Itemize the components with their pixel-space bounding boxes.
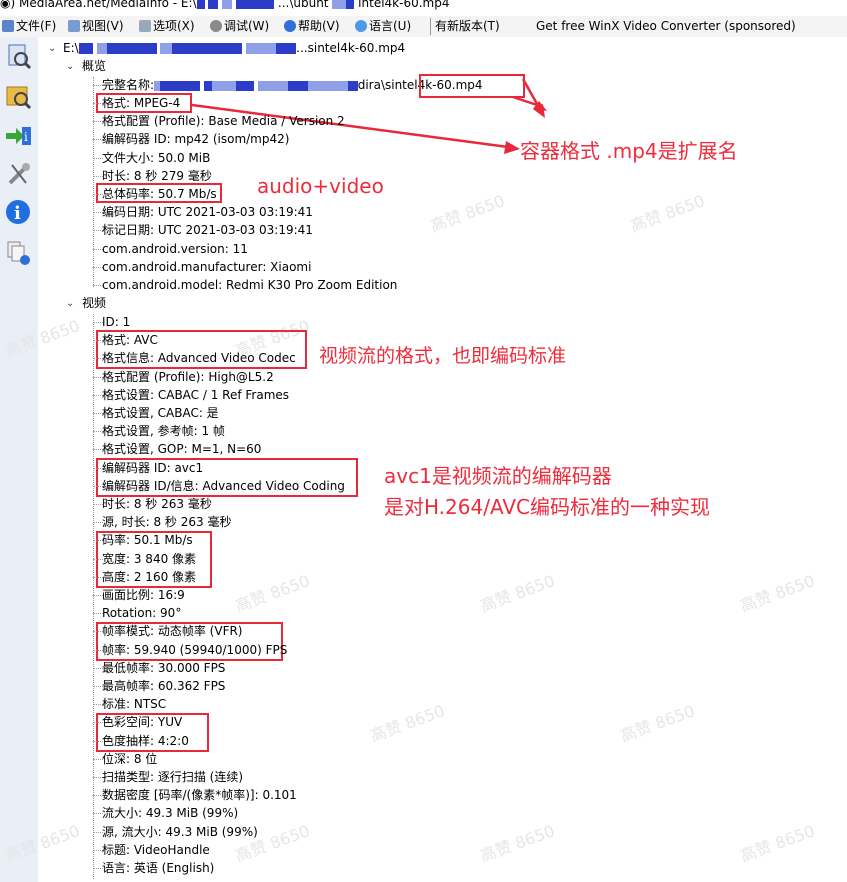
annotation-avc1-line1: avc1是视频流的编解码器 <box>384 464 612 488</box>
video-field-row: 流大小: 49.3 MiB (99%) <box>102 806 239 821</box>
tools-icon <box>8 163 30 185</box>
menu-options[interactable]: 选项(X) <box>139 18 195 35</box>
video-field-row: 扫描类型: 逐行扫描 (连续) <box>102 770 244 784</box>
video-field-row: 码率: 50.1 Mb/s <box>102 533 193 548</box>
general-field-row: com.android.model: Redmi K30 Pro Zoom Ed… <box>102 278 398 292</box>
open-folder-icon <box>6 86 32 110</box>
video-field-row: 标题: VideoHandle <box>102 842 210 857</box>
video-field-row: 编解码器 ID: avc1 <box>102 460 204 475</box>
title-text-start: MediaArea.net/MediaInfo - E:\ <box>18 0 197 10</box>
sidebar-toolbar: i i <box>0 37 39 882</box>
menu-debug[interactable]: 调试(W) <box>210 18 269 35</box>
video-field-row: 源, 时长: 8 秒 263 毫秒 <box>102 515 232 530</box>
file-list-icon <box>7 241 30 265</box>
preferences-button[interactable] <box>4 159 32 189</box>
video-field-row: ID: 1 <box>102 315 131 329</box>
video-field-row: 帧率模式: 动态帧率 (VFR) <box>102 624 243 639</box>
annotation-avc1-line2: 是对H.264/AVC编码标准的一种实现 <box>384 495 711 519</box>
svg-text:i: i <box>24 130 28 144</box>
options-icon <box>139 20 151 32</box>
general-field-row: 文件大小: 50.0 MiB <box>102 150 211 165</box>
title-text-mid: ...\ubunt <box>277 0 329 10</box>
video-field-row: 格式设置: CABAC / 1 Ref Frames <box>102 387 290 402</box>
menu-view[interactable]: 视图(V) <box>68 18 124 35</box>
open-file-button[interactable] <box>4 41 32 71</box>
video-field-row: 编解码器 ID/信息: Advanced Video Coding <box>102 478 345 493</box>
export-button[interactable]: i <box>4 121 32 151</box>
open-file-icon <box>8 44 32 70</box>
file-icon <box>2 20 14 32</box>
general-field-row: 时长: 8 秒 279 毫秒 <box>102 168 212 183</box>
general-field-row: 总体码率: 50.7 Mb/s <box>102 187 217 201</box>
debug-gear-icon <box>210 20 222 32</box>
video-field-row: 宽度: 3 840 像素 <box>102 551 197 566</box>
title-text-end: intel4k-60.mp4 <box>358 0 450 10</box>
info-icon: i <box>6 200 30 224</box>
video-field-row: 源, 流大小: 49.3 MiB (99%) <box>102 824 258 839</box>
menu-new-version[interactable]: 有新版本(T) <box>430 18 500 35</box>
svg-text:i: i <box>14 203 21 224</box>
video-field-row: 位深: 8 位 <box>102 751 158 766</box>
general-field-row: 格式配置 (Profile): Base Media / Version 2 <box>102 114 345 129</box>
video-field-row: 格式信息: Advanced Video Codec <box>102 351 296 366</box>
file-list-button[interactable] <box>4 237 32 267</box>
about-button[interactable]: i <box>4 197 32 227</box>
video-field-row: 画面比例: 16:9 <box>102 588 185 602</box>
title-bar: ◉) MediaArea.net/MediaInfo - E:\ ...\ubu… <box>0 0 847 16</box>
video-field-row: 格式设置, 参考帧: 1 帧 <box>102 424 225 439</box>
general-field-row: com.android.manufacturer: Xiaomi <box>102 259 312 274</box>
video-field-row: 时长: 8 秒 263 毫秒 <box>102 497 212 511</box>
video-field-row: 标准: NTSC <box>102 697 167 712</box>
export-info-icon: i <box>6 127 31 145</box>
menu-bar: 文件(F) 视图(V) 选项(X) 调试(W) 帮助(V) 语言(U) 有新版本… <box>0 16 847 38</box>
general-field-row: 格式: MPEG-4 <box>102 96 181 110</box>
video-field-row: 色度抽样: 4:2:0 <box>102 733 189 748</box>
general-field-row: com.android.version: 11 <box>102 241 248 256</box>
video-field-row: 色彩空间: YUV <box>102 715 183 730</box>
globe-icon <box>355 20 367 32</box>
video-field-row: 最低帧率: 30.000 FPS <box>102 660 226 675</box>
general-field-row: 编码日期: UTC 2021-03-03 03:19:41 <box>102 205 313 220</box>
video-field-row: 格式配置 (Profile): High@L5.2 <box>102 369 274 384</box>
menu-file[interactable]: 文件(F) <box>2 18 56 35</box>
video-field-row: 最高帧率: 60.362 FPS <box>102 679 226 693</box>
video-field-row: 帧率: 59.940 (59940/1000) FPS <box>102 642 288 657</box>
general-field-row: 编解码器 ID: mp42 (isom/mp42) <box>102 132 290 147</box>
window-title: ◉) MediaArea.net/MediaInfo - E:\ ...\ubu… <box>0 0 449 10</box>
annotation-audio-video: audio+video <box>257 174 384 198</box>
annotation-container: 容器格式 .mp4是扩展名 <box>520 139 738 163</box>
menu-help[interactable]: 帮助(V) <box>284 18 340 35</box>
info-tree: ⌄ E:\ ...sintel4k-60.mp4 ⌄ 概览 完整名称: dira… <box>3 37 847 882</box>
video-field-row: 高度: 2 160 像素 <box>102 569 197 584</box>
video-field-row: 语言: 英语 (English) <box>102 861 215 875</box>
menu-language[interactable]: 语言(U) <box>355 18 411 35</box>
annotation-stream-format: 视频流的格式，也即编码标准 <box>319 345 567 367</box>
video-field-row: 数据密度 [码率/(像素*帧率)]: 0.101 <box>102 788 297 803</box>
video-field-row: Rotation: 90° <box>102 606 182 621</box>
menu-sponsored-link[interactable]: Get free WinX Video Converter (sponsored… <box>536 18 796 35</box>
video-field-row: 格式设置, CABAC: 是 <box>102 406 219 420</box>
app-icon: ◉) <box>0 0 16 10</box>
video-field-row: 格式设置, GOP: M=1, N=60 <box>102 442 262 457</box>
open-folder-button[interactable] <box>4 81 32 111</box>
general-field-row: 标记日期: UTC 2021-03-03 03:19:41 <box>102 223 313 238</box>
video-field-row: 格式: AVC <box>102 333 158 348</box>
help-info-icon <box>284 20 296 32</box>
redacted-block <box>196 0 205 9</box>
view-icon <box>68 20 80 32</box>
